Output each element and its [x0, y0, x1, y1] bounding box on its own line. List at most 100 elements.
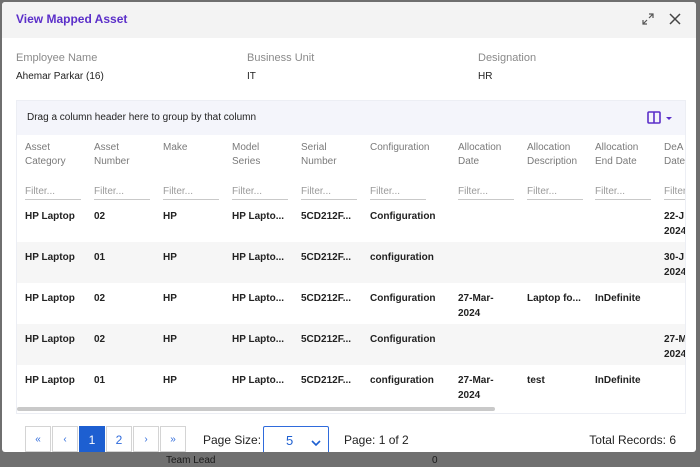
employee-name-field: Employee Name Ahemar Parkar (16): [16, 52, 104, 82]
filter-input-asset-category[interactable]: [25, 183, 81, 200]
page-1-button[interactable]: 1: [79, 426, 105, 452]
horizontal-scrollbar[interactable]: [17, 407, 495, 411]
column-header-allocation-description[interactable]: Allocation Description: [527, 141, 577, 169]
page-size-label: Page Size:: [203, 433, 262, 447]
column-header-allocation-end-date[interactable]: Allocation End Date: [595, 141, 638, 169]
previous-page-button[interactable]: ‹: [52, 426, 78, 452]
total-records: Total Records: 6: [589, 433, 676, 447]
filter-input-model-series[interactable]: [232, 183, 288, 200]
column-header-label: Model: [232, 142, 260, 153]
cell-line: 2024: [664, 349, 686, 360]
table-row[interactable]: HP Laptop 02 HP HP Lapto... 5CD212F... Config…: [17, 324, 685, 365]
close-icon[interactable]: [667, 11, 683, 27]
cell-serial-number: 5CD212F...: [301, 252, 352, 263]
dialog-title: View Mapped Asset: [16, 12, 128, 26]
cell-line: 2024: [664, 267, 686, 278]
column-header-asset-number[interactable]: Asset Number: [94, 141, 130, 169]
first-page-button[interactable]: «: [25, 426, 51, 452]
cell-line: 27-M: [664, 334, 686, 345]
column-chooser-icon[interactable]: [647, 110, 677, 126]
column-header-asset-category[interactable]: Asset Category: [25, 141, 66, 169]
cell-serial-number: 5CD212F...: [301, 293, 352, 304]
cell-configuration: Configuration: [370, 334, 436, 345]
cell-allocation-date: 27-Mar- 2024: [458, 291, 520, 321]
group-panel[interactable]: Drag a column header here to group by th…: [17, 101, 685, 135]
column-header-make[interactable]: Make: [163, 141, 187, 155]
chevron-down-icon: [311, 435, 321, 452]
filter-input-deallocation-date[interactable]: [664, 183, 685, 200]
table-row[interactable]: HP Laptop 01 HP HP Lapto... 5CD212F... config…: [17, 365, 685, 406]
column-header-label: Allocation: [527, 142, 571, 153]
business-unit-field: Business Unit IT: [247, 52, 314, 82]
column-header-label: Allocation: [595, 142, 639, 153]
cell-deallocation-date: 27-M 2024: [664, 332, 686, 362]
cell-asset-number: 01: [94, 375, 106, 386]
cell-line: 2024: [458, 308, 481, 319]
cell-line: 27-Mar-: [458, 293, 494, 304]
employee-name-value: Ahemar Parkar (16): [16, 71, 104, 82]
employee-name-label: Employee Name: [16, 52, 98, 64]
designation-field: Designation HR: [478, 52, 536, 82]
cell-model-series: HP Lapto...: [232, 334, 285, 345]
table-row[interactable]: HP Laptop 02 HP HP Lapto... 5CD212F... Config…: [17, 201, 685, 242]
cell-asset-category: HP Laptop: [25, 211, 75, 222]
asset-grid: Drag a column header here to group by th…: [16, 100, 686, 414]
page-size-select[interactable]: 5: [263, 426, 329, 452]
cell-model-series: HP Lapto...: [232, 252, 285, 263]
cell-allocation-date: 27-Mar- 2024: [458, 373, 520, 403]
cell-make: HP: [163, 211, 177, 222]
cell-line: 2024: [458, 390, 481, 401]
page-info: Page: 1 of 2: [344, 433, 409, 447]
background-text: Team Lead: [166, 455, 216, 466]
column-header-serial-number[interactable]: Serial Number: [301, 141, 337, 169]
filter-input-make[interactable]: [163, 183, 219, 200]
column-header-allocation-date[interactable]: Allocation Date: [458, 141, 501, 169]
filter-input-serial-number[interactable]: [301, 183, 357, 200]
filter-input-allocation-date[interactable]: [458, 183, 514, 200]
cell-line: 30-J: [664, 252, 685, 263]
column-header-label: DeA: [664, 142, 684, 153]
cell-make: HP: [163, 375, 177, 386]
cell-asset-category: HP Laptop: [25, 252, 75, 263]
filter-input-allocation-description[interactable]: [527, 183, 583, 200]
cell-asset-number: 02: [94, 293, 106, 304]
filter-input-allocation-end-date[interactable]: [595, 183, 651, 200]
cell-asset-number: 02: [94, 211, 106, 222]
cell-deallocation-date: 30-J 2024: [664, 250, 686, 280]
cell-line: 22-J: [664, 211, 685, 222]
column-header-configuration[interactable]: Configuration: [370, 141, 429, 155]
column-header-label: Series: [232, 156, 261, 167]
column-header-label: Serial: [301, 142, 327, 153]
view-mapped-asset-dialog: View Mapped Asset Employee Name Ahemar P…: [2, 2, 696, 452]
filter-input-asset-number[interactable]: [94, 183, 150, 200]
group-panel-hint: Drag a column header here to group by th…: [27, 112, 257, 123]
cell-allocation-end-date: InDefinite: [595, 375, 641, 386]
column-header-model-series[interactable]: Model Series: [232, 141, 260, 169]
column-header-label: Configuration: [370, 142, 430, 153]
table-row[interactable]: HP Laptop 02 HP HP Lapto... 5CD212F... Config…: [17, 283, 685, 324]
next-page-button[interactable]: ›: [133, 426, 159, 452]
column-header-label: Description: [527, 156, 578, 167]
cell-allocation-description: test: [527, 375, 545, 386]
cell-make: HP: [163, 293, 177, 304]
cell-line: 27-Mar-: [458, 375, 494, 386]
cell-serial-number: 5CD212F...: [301, 375, 352, 386]
business-unit-value: IT: [247, 71, 256, 82]
column-header-deallocation-date[interactable]: DeA Date: [664, 141, 685, 169]
cell-configuration: Configuration: [370, 293, 436, 304]
cell-asset-category: HP Laptop: [25, 375, 75, 386]
table-row[interactable]: HP Laptop 01 HP HP Lapto... 5CD212F... config…: [17, 242, 685, 283]
cell-serial-number: 5CD212F...: [301, 334, 352, 345]
cell-model-series: HP Lapto...: [232, 375, 285, 386]
last-page-button[interactable]: »: [160, 426, 186, 452]
expand-icon[interactable]: [640, 11, 656, 27]
designation-label: Designation: [478, 52, 537, 64]
column-header-label: Asset: [25, 142, 51, 153]
page-2-button[interactable]: 2: [106, 426, 132, 452]
column-header-label: Number: [301, 156, 337, 167]
filter-input-configuration[interactable]: [370, 183, 426, 200]
page-size-value: 5: [286, 433, 294, 448]
cell-deallocation-date: 22-J 2024: [664, 209, 685, 239]
cell-asset-category: HP Laptop: [25, 334, 75, 345]
cell-asset-number: 01: [94, 252, 106, 263]
